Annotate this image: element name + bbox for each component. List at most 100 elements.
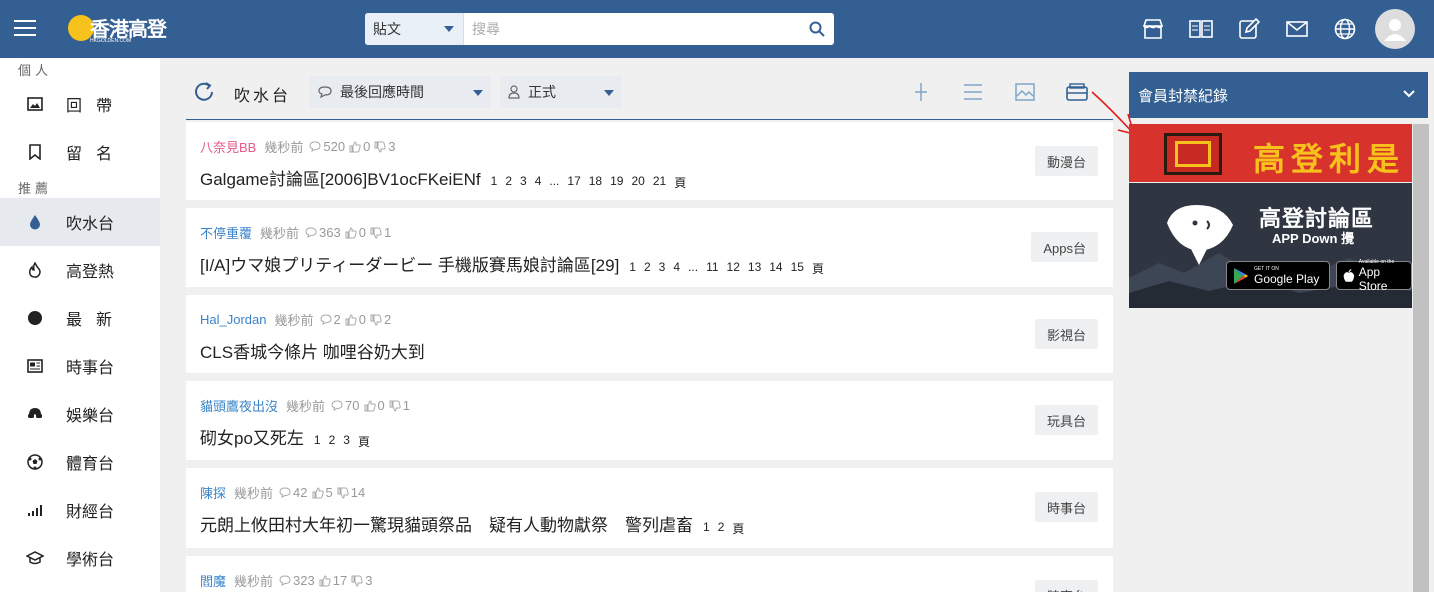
page-link[interactable]: 1 (491, 174, 498, 191)
post-item[interactable]: 閻魔 幾秒前 323 17 3 時事台 (186, 556, 1113, 592)
reply-count: 363 (305, 225, 341, 240)
page-link[interactable]: 2 (329, 433, 336, 450)
post-author[interactable]: 貓頭鷹夜出沒 (200, 396, 278, 415)
page-link[interactable]: 4 (673, 260, 680, 277)
page-links: 1 2 3 4... 17 18 19 20 21 頁 (491, 174, 695, 191)
page-link[interactable]: 3 (659, 260, 666, 277)
page-link[interactable]: 19 (610, 174, 623, 191)
user-avatar[interactable] (1375, 9, 1415, 49)
red-banner-text: 高登利是 (1253, 140, 1406, 178)
post-author[interactable]: 不停重覆 (200, 223, 252, 242)
post-author[interactable]: Hal_Jordan (200, 312, 267, 327)
page-link[interactable]: 13 (748, 260, 761, 277)
store-icon[interactable] (1140, 16, 1166, 42)
page-link[interactable]: 4 (535, 174, 542, 191)
board-tag[interactable]: 玩具台 (1034, 405, 1098, 435)
sort-select[interactable]: 最後回應時間 (310, 76, 491, 108)
scrollbar-thumb[interactable] (1413, 124, 1429, 592)
game-icon[interactable] (1064, 80, 1090, 104)
post-author[interactable]: 陳探 (200, 483, 226, 502)
post-title[interactable]: [I/A]ウマ娘プリティーダービー 手機版賽馬娘討論區[29] (200, 251, 619, 276)
mode-select[interactable]: 正式 (500, 76, 622, 108)
page-link[interactable]: 3 (343, 433, 350, 450)
app-store-button[interactable]: Available on the App Store (1336, 259, 1412, 293)
sidebar-item-sports[interactable]: 體育台 (0, 438, 160, 486)
post-author[interactable]: 八奈見BB (200, 137, 256, 156)
sidebar-section-recommend: 推薦 (18, 180, 53, 196)
page-link[interactable]: 17 (567, 174, 580, 191)
page-suffix: 頁 (357, 435, 370, 449)
menu-icon[interactable] (14, 20, 36, 38)
fire-icon (26, 261, 44, 279)
mail-icon[interactable] (1284, 16, 1310, 42)
page-link[interactable]: 1 (314, 433, 321, 450)
board-tag[interactable]: 時事台 (1034, 492, 1098, 522)
list-view-icon[interactable] (960, 80, 986, 104)
post-title[interactable]: 元朗上攸田村大年初一驚現貓頭祭品 疑有人動物獻祭 警列虐畜 (200, 511, 693, 536)
scrollbar-track[interactable] (1429, 58, 1434, 592)
search-input[interactable] (464, 13, 800, 45)
page-link[interactable]: 2 (644, 260, 651, 277)
chevron-down-icon (604, 90, 614, 96)
globe-icon[interactable] (1332, 16, 1358, 42)
page-link[interactable]: 14 (769, 260, 782, 277)
post-item[interactable]: Hal_Jordan 幾秒前 2 0 2 CLS香城今條片 咖哩谷奶大到 影視台 (186, 295, 1113, 373)
site-logo[interactable]: 香港高登 HKGOLDEN.COM (68, 13, 167, 44)
page-link[interactable]: 12 (727, 260, 740, 277)
sidebar-item-chat[interactable]: 吹水台 (0, 198, 160, 246)
mode-label: 正式 (528, 84, 556, 100)
post-item[interactable]: 貓頭鷹夜出沒 幾秒前 70 0 1 砌女po又死左 123頁 玩具台 (186, 381, 1113, 460)
post-title[interactable]: Galgame討論區[2006]BV1ocFKeiENf (200, 165, 481, 190)
edit-icon[interactable] (1236, 16, 1262, 42)
book-icon[interactable] (1188, 16, 1214, 42)
thumbs-up-icon (364, 399, 376, 411)
post-title[interactable]: CLS香城今條片 咖哩谷奶大到 (200, 338, 425, 363)
sidebar-item-academic[interactable]: 學術台 (0, 534, 160, 582)
refresh-icon[interactable] (192, 80, 216, 104)
post-time: 幾秒前 (274, 313, 314, 328)
ban-record-dropdown[interactable]: 會員封禁紀錄 (1129, 72, 1428, 118)
post-title[interactable]: 砌女po又死左 (200, 424, 304, 449)
page-link[interactable]: 18 (589, 174, 602, 191)
post-item[interactable]: 八奈見BB 幾秒前 520 0 3 Galgame討論區[2006]BV1ocF… (186, 122, 1113, 200)
app-download-banner[interactable]: 高登討論區 APP Down 攪 GET IT ON Google Play Av… (1129, 183, 1412, 308)
google-big-text: Google Play (1254, 271, 1320, 286)
post-author[interactable]: 閻魔 (200, 571, 226, 590)
board-tag[interactable]: Apps台 (1031, 232, 1098, 262)
image-view-icon[interactable] (1012, 80, 1038, 104)
page-link[interactable]: 1 (703, 520, 710, 537)
page-link[interactable]: 20 (631, 174, 644, 191)
chart-icon (26, 501, 44, 519)
sidebar-item-hot[interactable]: 高登熱 (0, 246, 160, 294)
channel-title: 吹水台 (234, 88, 292, 105)
board-tag[interactable]: 動漫台 (1034, 146, 1098, 176)
board-tag[interactable]: 時事台 (1034, 580, 1098, 592)
page-link[interactable]: 15 (791, 260, 804, 277)
sidebar-item-bookmark[interactable]: 留名 (0, 128, 160, 176)
page-link[interactable]: 21 (653, 174, 666, 191)
page-link[interactable]: 11 (706, 260, 718, 277)
page-link[interactable]: 2 (718, 520, 725, 537)
sidebar-item-current-affairs[interactable]: 時事台 (0, 342, 160, 390)
page-links: 123頁 (314, 433, 378, 450)
post-item[interactable]: 不停重覆 幾秒前 363 0 1 [I/A]ウマ娘プリティーダービー 手機版賽馬… (186, 208, 1113, 287)
sidebar-item-finance[interactable]: 財經台 (0, 486, 160, 534)
search-scope-select[interactable]: 貼文 (365, 13, 464, 45)
search-scope-label: 貼文 (373, 21, 401, 37)
page-link[interactable]: 2 (505, 174, 512, 191)
google-play-button[interactable]: GET IT ON Google Play (1226, 261, 1330, 290)
board-tag[interactable]: 影視台 (1034, 319, 1098, 349)
post-item[interactable]: 陳探 幾秒前 42 5 14 元朗上攸田村大年初一驚現貓頭祭品 疑有人動物獻祭 … (186, 468, 1113, 548)
sidebar-item-label: 最新 (66, 312, 127, 329)
sidebar-item-rewind[interactable]: 回帶 (0, 80, 160, 128)
thumbs-down-icon (370, 227, 382, 239)
soccer-icon (26, 453, 44, 471)
like-count: 5 (312, 485, 333, 500)
red-packet-banner[interactable]: 高登利是 (1129, 124, 1412, 182)
page-link[interactable]: 1 (629, 260, 636, 277)
sidebar-item-entertainment[interactable]: 娛樂台 (0, 390, 160, 438)
search-button[interactable] (800, 13, 834, 45)
page-link[interactable]: 3 (520, 174, 527, 191)
sidebar-item-latest[interactable]: 最新 (0, 294, 160, 342)
compact-view-icon[interactable] (908, 80, 934, 104)
